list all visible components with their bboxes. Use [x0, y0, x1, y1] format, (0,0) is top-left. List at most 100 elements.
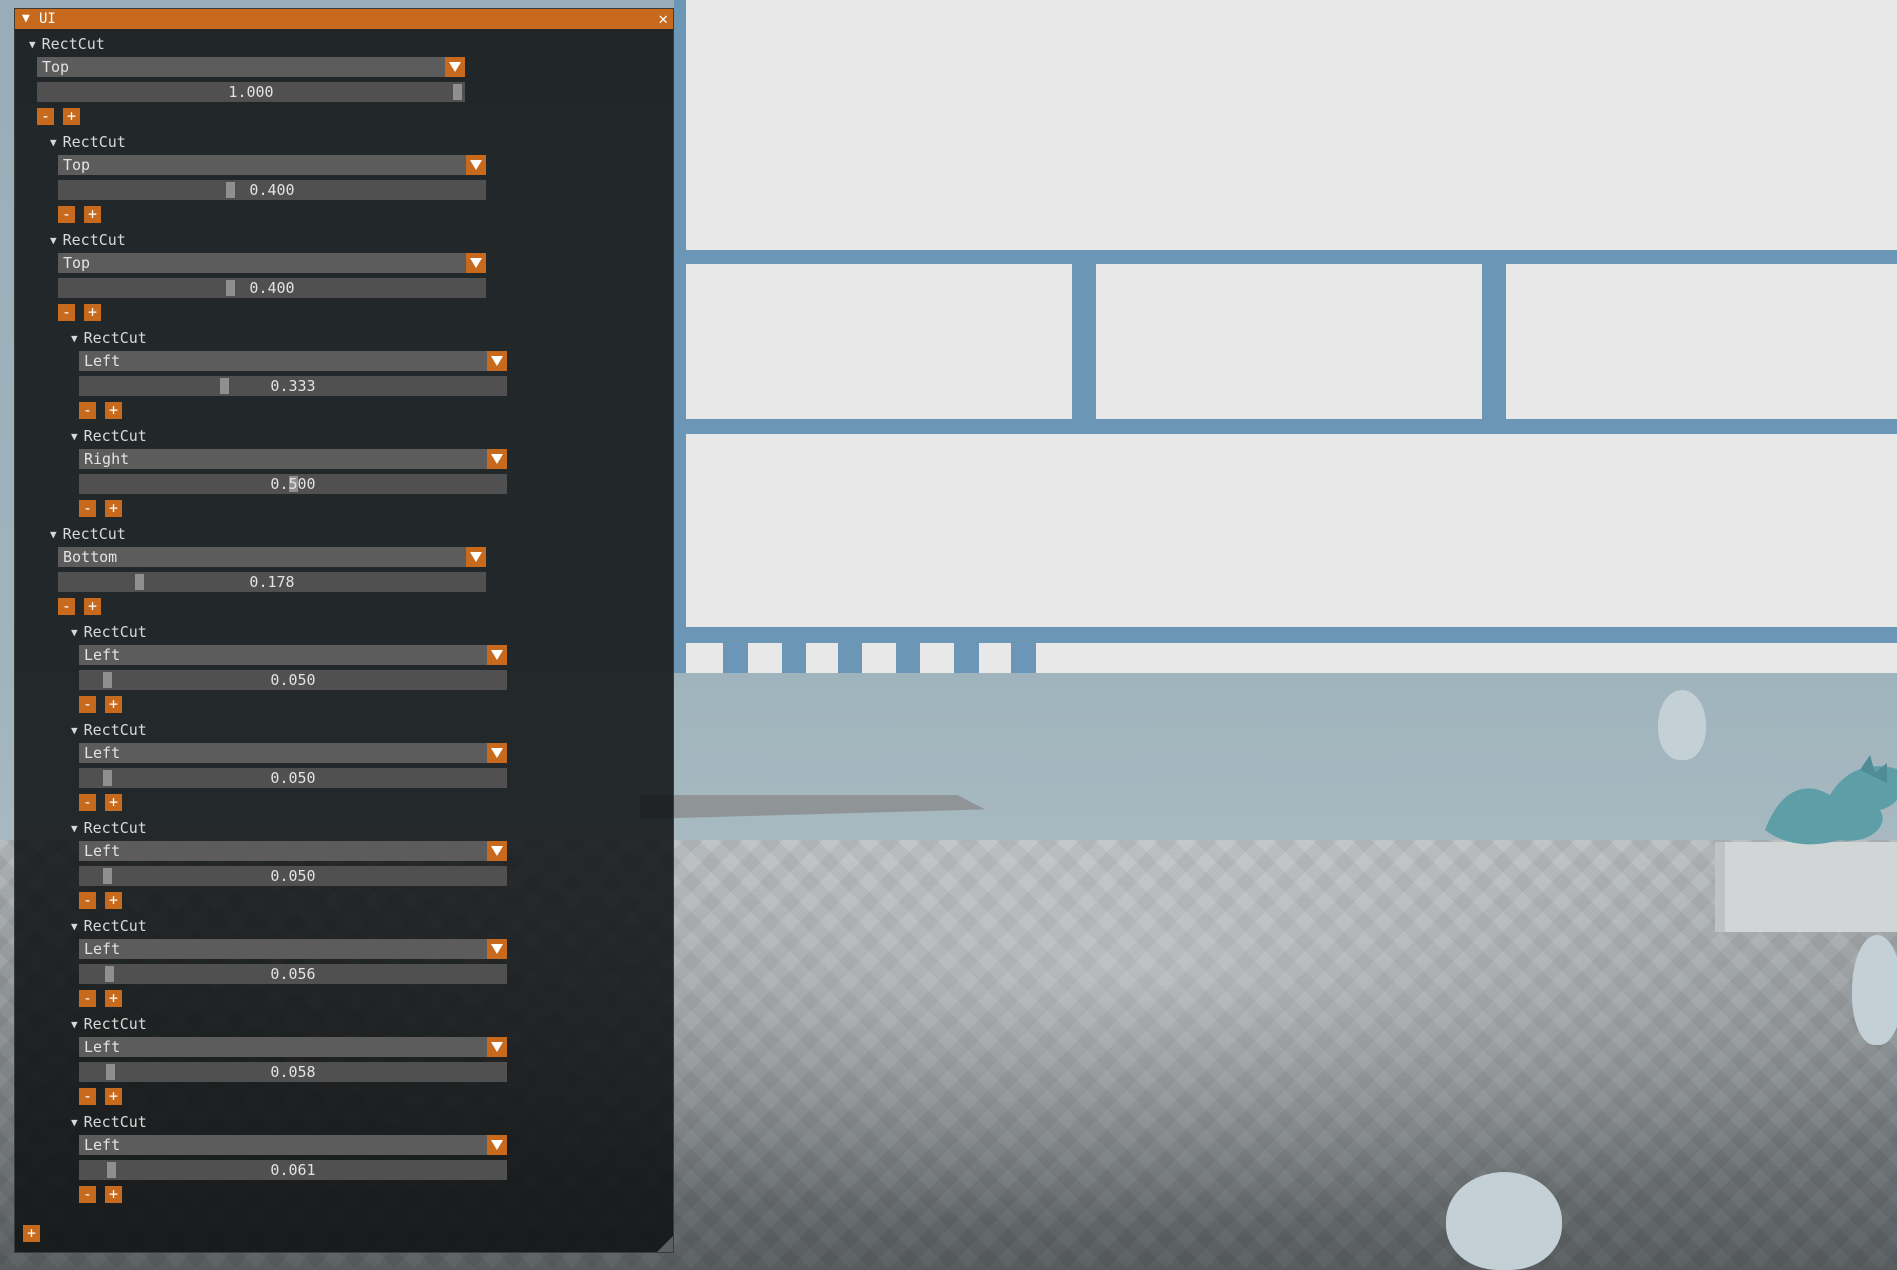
- add-child-button[interactable]: +: [84, 206, 101, 223]
- dropdown-arrow-icon[interactable]: [466, 253, 486, 273]
- cut-direction-dropdown[interactable]: Left: [79, 645, 507, 665]
- cut-direction-dropdown[interactable]: Left: [79, 841, 507, 861]
- dropdown-arrow-icon[interactable]: [487, 1135, 507, 1155]
- remove-node-button[interactable]: -: [79, 1186, 96, 1203]
- cut-amount-slider[interactable]: 0.333: [79, 376, 507, 396]
- add-child-button[interactable]: +: [105, 794, 122, 811]
- remove-node-button[interactable]: -: [79, 892, 96, 909]
- cut-amount-slider[interactable]: 0.178: [58, 572, 486, 592]
- expand-triangle-icon[interactable]: ▼: [50, 528, 57, 541]
- expand-triangle-icon[interactable]: ▼: [71, 430, 78, 443]
- expand-triangle-icon[interactable]: ▼: [71, 920, 78, 933]
- cut-amount-slider[interactable]: 0.050: [79, 670, 507, 690]
- remove-node-button[interactable]: -: [79, 696, 96, 713]
- tree-node-header[interactable]: ▼ RectCut: [71, 622, 147, 642]
- add-child-button[interactable]: +: [105, 1088, 122, 1105]
- cut-amount-slider[interactable]: 1.000: [37, 82, 465, 102]
- node-label: RectCut: [83, 427, 147, 445]
- dropdown-arrow-icon[interactable]: [487, 1037, 507, 1057]
- expand-triangle-icon[interactable]: ▼: [29, 38, 36, 51]
- add-child-button[interactable]: +: [84, 304, 101, 321]
- cut-amount-slider[interactable]: 0.050: [79, 866, 507, 886]
- resize-grip[interactable]: [657, 1236, 673, 1252]
- expand-triangle-icon[interactable]: ▼: [71, 626, 78, 639]
- add-child-button[interactable]: +: [84, 598, 101, 615]
- tree-node-header[interactable]: ▼ RectCut: [71, 916, 147, 936]
- expand-triangle-icon[interactable]: ▼: [71, 1116, 78, 1129]
- add-root-button[interactable]: +: [23, 1225, 40, 1242]
- rectcut-node: ▼ RectCut Left 0.056 - +: [71, 916, 531, 1014]
- remove-node-button[interactable]: -: [79, 402, 96, 419]
- dropdown-arrow-icon[interactable]: [487, 743, 507, 763]
- cut-direction-value: Left: [84, 940, 121, 958]
- cut-direction-dropdown[interactable]: Left: [79, 939, 507, 959]
- tree-node-header[interactable]: ▼ RectCut: [50, 132, 126, 152]
- ui-window[interactable]: ▼ UI ✕ ▼ RectCut Top 1.000- + ▼ RectCut Top 0.40…: [14, 8, 674, 1253]
- cut-amount-slider[interactable]: 0.058: [79, 1062, 507, 1082]
- tree-node-header[interactable]: ▼ RectCut: [71, 720, 147, 740]
- add-child-button[interactable]: +: [105, 990, 122, 1007]
- remove-node-button[interactable]: -: [79, 794, 96, 811]
- close-icon[interactable]: ✕: [658, 9, 668, 29]
- layout-rect: [1036, 643, 1897, 673]
- expand-triangle-icon[interactable]: ▼: [71, 822, 78, 835]
- expand-triangle-icon[interactable]: ▼: [71, 724, 78, 737]
- layout-rect: [686, 643, 723, 673]
- cut-direction-dropdown[interactable]: Left: [79, 351, 507, 371]
- layout-rect: [1506, 264, 1897, 419]
- expand-triangle-icon[interactable]: ▼: [71, 332, 78, 345]
- cut-amount-slider[interactable]: 0.400: [58, 278, 486, 298]
- dropdown-arrow-icon[interactable]: [487, 841, 507, 861]
- add-child-button[interactable]: +: [63, 108, 80, 125]
- dropdown-arrow-icon[interactable]: [466, 155, 486, 175]
- slider-value: 0.500: [270, 475, 316, 493]
- remove-node-button[interactable]: -: [79, 1088, 96, 1105]
- cut-direction-dropdown[interactable]: Top: [58, 155, 486, 175]
- tree-node-header[interactable]: ▼ RectCut: [50, 524, 126, 544]
- window-title-bar[interactable]: ▼ UI ✕: [15, 9, 673, 29]
- add-child-button[interactable]: +: [105, 696, 122, 713]
- add-child-button[interactable]: +: [105, 1186, 122, 1203]
- remove-node-button[interactable]: -: [58, 598, 75, 615]
- cut-amount-slider[interactable]: 0.061: [79, 1160, 507, 1180]
- remove-node-button[interactable]: -: [58, 304, 75, 321]
- cut-amount-slider[interactable]: 0.400: [58, 180, 486, 200]
- cut-direction-dropdown[interactable]: Top: [58, 253, 486, 273]
- cut-amount-slider[interactable]: 0.056: [79, 964, 507, 984]
- remove-node-button[interactable]: -: [79, 500, 96, 517]
- cut-direction-dropdown[interactable]: Left: [79, 743, 507, 763]
- dropdown-arrow-icon[interactable]: [487, 449, 507, 469]
- collapse-triangle-icon[interactable]: ▼: [22, 9, 30, 29]
- remove-node-button[interactable]: -: [37, 108, 54, 125]
- tree-node-header[interactable]: ▼ RectCut: [71, 1112, 147, 1132]
- light-bulb-icon: [1446, 1172, 1562, 1270]
- tree-node-header[interactable]: ▼ RectCut: [71, 818, 147, 838]
- add-child-button[interactable]: +: [105, 892, 122, 909]
- add-child-button[interactable]: +: [105, 500, 122, 517]
- expand-triangle-icon[interactable]: ▼: [50, 136, 57, 149]
- expand-triangle-icon[interactable]: ▼: [50, 234, 57, 247]
- expand-triangle-icon[interactable]: ▼: [71, 1018, 78, 1031]
- tree-node-header[interactable]: ▼ RectCut: [71, 328, 147, 348]
- dropdown-arrow-icon[interactable]: [487, 939, 507, 959]
- cut-amount-slider[interactable]: 0.500: [79, 474, 507, 494]
- tree-node-header[interactable]: ▼ RectCut: [29, 34, 105, 54]
- tree-node-header[interactable]: ▼ RectCut: [50, 230, 126, 250]
- dropdown-arrow-icon[interactable]: [487, 645, 507, 665]
- tree-node-header[interactable]: ▼ RectCut: [71, 426, 147, 446]
- cut-direction-dropdown[interactable]: Top: [37, 57, 465, 77]
- tree-node-header[interactable]: ▼ RectCut: [71, 1014, 147, 1034]
- node-label: RectCut: [83, 917, 147, 935]
- dropdown-arrow-icon[interactable]: [487, 351, 507, 371]
- add-child-button[interactable]: +: [105, 402, 122, 419]
- remove-node-button[interactable]: -: [58, 206, 75, 223]
- dropdown-arrow-icon[interactable]: [445, 57, 465, 77]
- remove-node-button[interactable]: -: [79, 990, 96, 1007]
- cut-direction-dropdown[interactable]: Bottom: [58, 547, 486, 567]
- cut-direction-dropdown[interactable]: Right: [79, 449, 507, 469]
- layout-rect: [920, 643, 954, 673]
- cut-direction-dropdown[interactable]: Left: [79, 1135, 507, 1155]
- cut-amount-slider[interactable]: 0.050: [79, 768, 507, 788]
- dropdown-arrow-icon[interactable]: [466, 547, 486, 567]
- cut-direction-dropdown[interactable]: Left: [79, 1037, 507, 1057]
